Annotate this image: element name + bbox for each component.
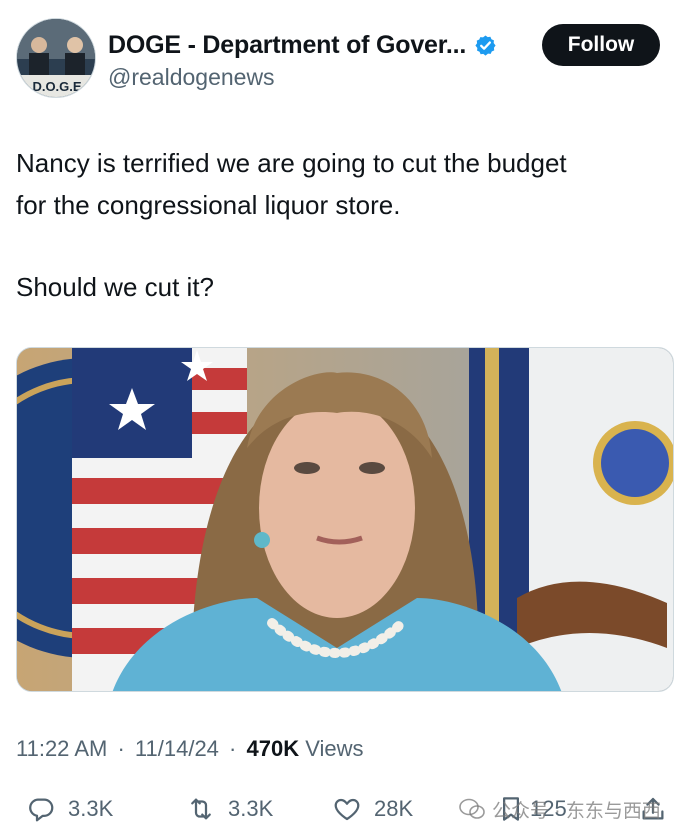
tweet-date[interactable]: 11/14/24 <box>135 736 219 761</box>
display-name[interactable]: DOGE - Department of Gover... <box>108 31 466 60</box>
verified-badge-icon <box>475 34 496 56</box>
tweet-meta: 11:22 AM · 11/14/24 · 470K Views <box>16 736 364 762</box>
follow-button[interactable]: Follow <box>542 24 660 66</box>
views-count: 470K <box>246 736 300 761</box>
user-handle[interactable]: @realdogenews <box>108 64 275 91</box>
tweet-time[interactable]: 11:22 AM <box>16 736 107 761</box>
tweet-line: Should we cut it? <box>16 272 215 302</box>
avatar-label: D.O.G.E <box>32 79 81 94</box>
reply-count: 3.3K <box>68 796 114 821</box>
reply-button[interactable]: 3.3K <box>26 790 113 828</box>
repost-icon <box>191 798 211 820</box>
photo-image <box>17 348 673 691</box>
repost-button[interactable]: 3.3K <box>186 790 273 828</box>
separator: · <box>117 736 125 761</box>
avatar-image: D.O.G.E <box>17 19 95 97</box>
watermark-text: 公众号 · 东东与西西 <box>492 800 661 822</box>
watermark: 公众号 · 东东与西西 <box>458 792 661 826</box>
tweet-spacer <box>16 226 666 266</box>
repost-count: 3.3K <box>228 796 274 821</box>
views-label: Views <box>305 736 364 761</box>
like-count: 28K <box>374 796 414 821</box>
reply-icon <box>29 798 54 822</box>
tweet-line: for the congressional liquor store. <box>16 190 401 220</box>
avatar[interactable]: D.O.G.E <box>16 18 96 98</box>
like-button[interactable]: 28K <box>332 790 413 828</box>
tweet-line: Nancy is terrified we are going to cut t… <box>16 148 567 178</box>
tweet-header: D.O.G.E DOGE - Department of Gover... @r… <box>16 18 676 102</box>
heart-icon <box>334 798 360 821</box>
name-row: DOGE - Department of Gover... <box>108 30 497 60</box>
wechat-logo-icon <box>459 798 485 819</box>
separator: · <box>229 736 237 761</box>
tweet-media-photo[interactable] <box>16 347 674 692</box>
tweet-text: Nancy is terrified we are going to cut t… <box>16 142 666 308</box>
